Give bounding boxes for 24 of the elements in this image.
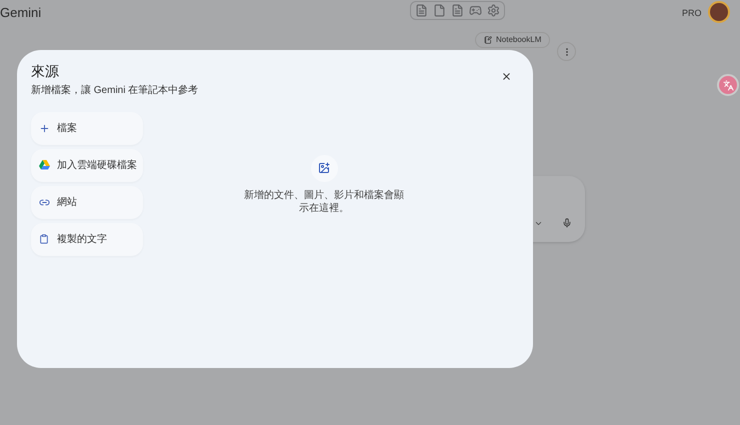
drive-icon [38,160,50,170]
close-icon [500,70,512,82]
gamepad-icon[interactable] [469,4,482,17]
avatar[interactable] [708,1,730,23]
source-option[interactable]: 檔案 [31,112,143,144]
source-option[interactable]: 加入雲端硬碟檔案 [31,148,143,182]
microphone-icon[interactable] [562,218,572,228]
translate-button[interactable] [717,74,739,96]
image-add-icon [318,162,330,174]
dialog-subtitle: 新增檔案，讓 Gemini 在筆記本中參考 [31,84,198,98]
source-option[interactable]: 網站 [31,186,143,218]
app-name: Gemini [0,4,42,22]
notebooklm-chip[interactable]: NotebookLM [475,32,550,48]
settings-icon[interactable] [487,4,500,17]
empty-message: 新增的文件、圖片、影片和檔案會顯示在這裡。 [243,188,405,214]
more-button[interactable] [557,42,576,61]
source-option[interactable]: 複製的文字 [31,222,143,256]
clipboard-icon [39,234,49,244]
chevron-down-icon[interactable] [534,219,543,228]
plan-label: PRO [682,7,702,20]
plus-icon [38,122,50,134]
notebook-icon [484,36,492,44]
dialog-title: 來源 [31,63,60,80]
translate-icon [722,80,734,90]
